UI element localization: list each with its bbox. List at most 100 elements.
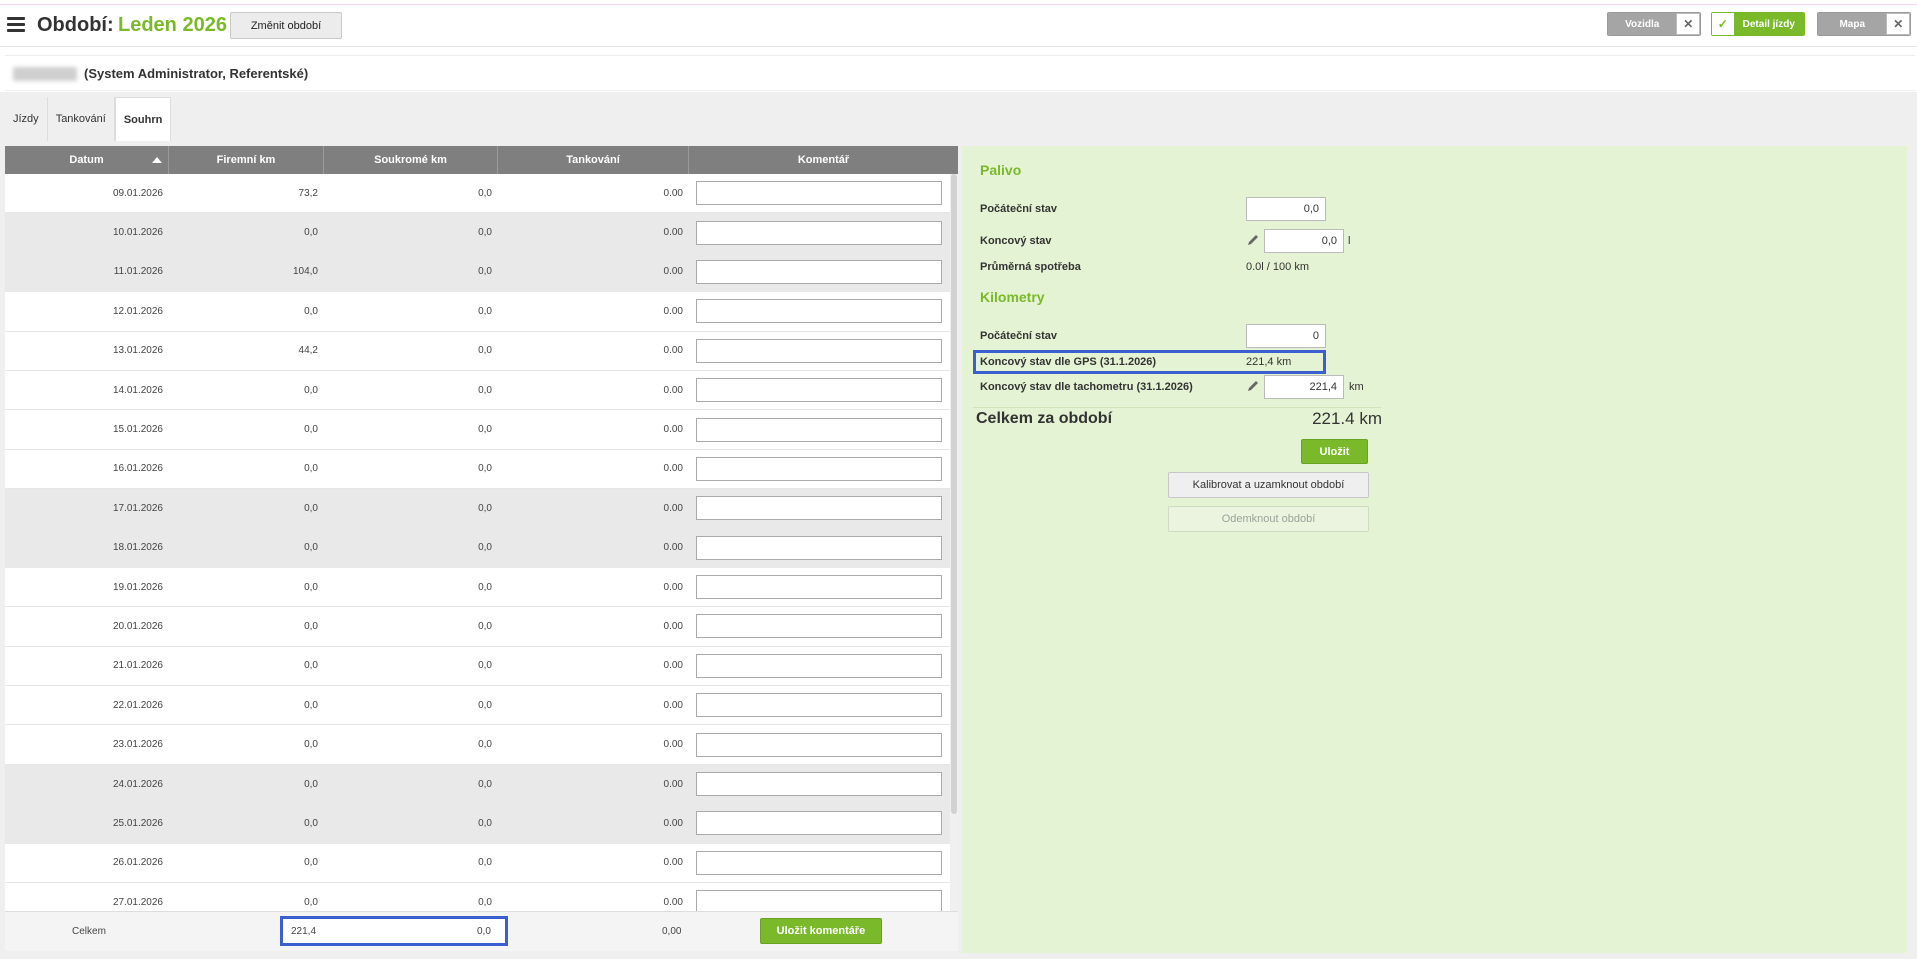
km-start-input[interactable]: 0 [1246,324,1326,348]
hamburger-menu-icon[interactable] [7,17,25,33]
fuel-end-input[interactable]: 0,0 [1264,229,1344,253]
footer-fuel-total: 0,00 [662,926,682,937]
fuel-start-input[interactable]: 0,0 [1246,197,1326,221]
calibrate-lock-button[interactable]: Kalibrovat a uzamknout období [1168,472,1369,498]
cell-date: 21.01.2026 [112,660,163,672]
cell-date: 17.01.2026 [112,502,163,514]
column-header-tankovani[interactable]: Tankování [498,146,689,174]
cell-fuel: 0.00 [663,778,683,790]
cell-private-km: 0,0 [478,266,492,278]
save-button[interactable]: Uložit [1301,439,1368,464]
cell-date: 14.01.2026 [112,384,163,396]
cell-company-km: 0,0 [304,896,318,908]
edit-tacho-pencil-icon[interactable] [1246,379,1260,393]
cell-company-km: 0,0 [304,502,318,514]
cell-date: 22.01.2026 [112,699,163,711]
comment-input[interactable] [696,850,942,875]
summary-table: Datum Firemní km Soukromé km Tankování K… [5,146,958,911]
cell-fuel: 0.00 [663,817,683,829]
table-scrollbar[interactable] [950,174,958,911]
km-section-title: Kilometry [980,289,1045,305]
cell-fuel: 0.00 [663,384,683,396]
cell-private-km: 0,0 [478,660,492,672]
avg-consumption-value: 0.0l / 100 km [1246,261,1309,273]
table-row: 12.01.2026 0,0 0,0 0.00 [5,292,950,332]
detail-jizdy-button-label: Detail jízdy [1733,13,1804,35]
detail-jizdy-button[interactable]: ✓ Detail jízdy [1711,12,1805,36]
cell-fuel: 0.00 [663,739,683,751]
cell-company-km: 0,0 [304,699,318,711]
close-vozidla-icon[interactable]: ✕ [1676,13,1700,35]
comment-input[interactable] [696,693,942,718]
comment-input[interactable] [696,732,942,757]
cell-company-km: 104,0 [292,266,318,278]
cell-fuel: 0.00 [663,581,683,593]
cell-company-km: 0,0 [304,660,318,672]
cell-private-km: 0,0 [478,345,492,357]
mapa-button[interactable]: Mapa ✕ [1817,12,1911,36]
sort-ascending-icon [152,157,162,163]
cell-private-km: 0,0 [478,896,492,908]
cell-private-km: 0,0 [478,187,492,199]
comment-input[interactable] [696,181,942,206]
km-start-label: Počáteční stav [980,330,1058,342]
total-period-label: Celkem za období [976,410,1113,427]
save-comments-button[interactable]: Uložit komentáře [760,918,882,944]
vozidla-button[interactable]: Vozidla ✕ [1607,12,1701,36]
summary-panel: Palivo Počáteční stav 0,0 Koncový stav 0… [962,146,1907,953]
comment-input[interactable] [696,575,942,600]
cell-date: 25.01.2026 [112,817,163,829]
km-tacho-input[interactable]: 221,4 [1264,375,1344,399]
footer-private-total: 0,0 [477,926,491,937]
cell-fuel: 0.00 [663,187,683,199]
table-scroll-thumb[interactable] [951,174,957,814]
table-row: 26.01.2026 0,0 0,0 0.00 [5,844,950,884]
cell-date: 12.01.2026 [112,305,163,317]
edit-fuel-end-pencil-icon[interactable] [1246,233,1260,247]
table-row: 10.01.2026 0,0 0,0 0.00 [5,213,950,253]
comment-input[interactable] [696,614,942,639]
comment-input[interactable] [696,456,942,481]
comment-input[interactable] [696,890,942,911]
column-header-soukrome-km[interactable]: Soukromé km [324,146,498,174]
tab-souhrn[interactable]: Souhrn [114,97,172,141]
comment-input[interactable] [696,496,942,521]
cell-date: 16.01.2026 [112,463,163,475]
comment-input[interactable] [696,338,942,363]
km-gps-value: 221,4 km [1246,356,1292,368]
cell-date: 11.01.2026 [113,266,163,278]
cell-company-km: 0,0 [304,542,318,554]
cell-date: 19.01.2026 [112,581,163,593]
comment-input[interactable] [696,535,942,560]
comment-input[interactable] [696,299,942,324]
comment-input[interactable] [696,417,942,442]
comment-input[interactable] [696,811,942,836]
comment-input[interactable] [696,259,942,284]
cell-private-km: 0,0 [478,620,492,632]
tab-tankovani[interactable]: Tankování [47,97,115,141]
cell-private-km: 0,0 [478,542,492,554]
change-period-button[interactable]: Změnit období [230,12,342,39]
close-mapa-icon[interactable]: ✕ [1886,13,1910,35]
cell-fuel: 0.00 [663,660,683,672]
comment-input[interactable] [696,220,942,245]
cell-company-km: 0,0 [304,581,318,593]
cell-company-km: 0,0 [304,227,318,239]
cell-company-km: 0,0 [304,463,318,475]
table-row: 21.01.2026 0,0 0,0 0.00 [5,647,950,687]
cell-fuel: 0.00 [663,542,683,554]
fuel-end-label: Koncový stav [980,235,1052,247]
table-body: 09.01.2026 73,2 0,0 0.00 10.01.2026 0,0 0,0 0.0… [5,174,950,911]
comment-input[interactable] [696,772,942,797]
cell-date: 10.01.2026 [112,227,163,239]
column-header-datum[interactable]: Datum [5,146,169,174]
comment-input[interactable] [696,653,942,678]
column-header-firemni-km[interactable]: Firemní km [169,146,324,174]
column-header-komentar[interactable]: Komentář [689,146,958,174]
tab-jizdy[interactable]: Jízdy [5,97,48,141]
cell-date: 23.01.2026 [112,739,163,751]
avg-consumption-label: Průměrná spotřeba [980,261,1081,273]
cell-fuel: 0.00 [663,857,683,869]
cell-fuel: 0.00 [663,266,683,278]
comment-input[interactable] [696,378,942,403]
